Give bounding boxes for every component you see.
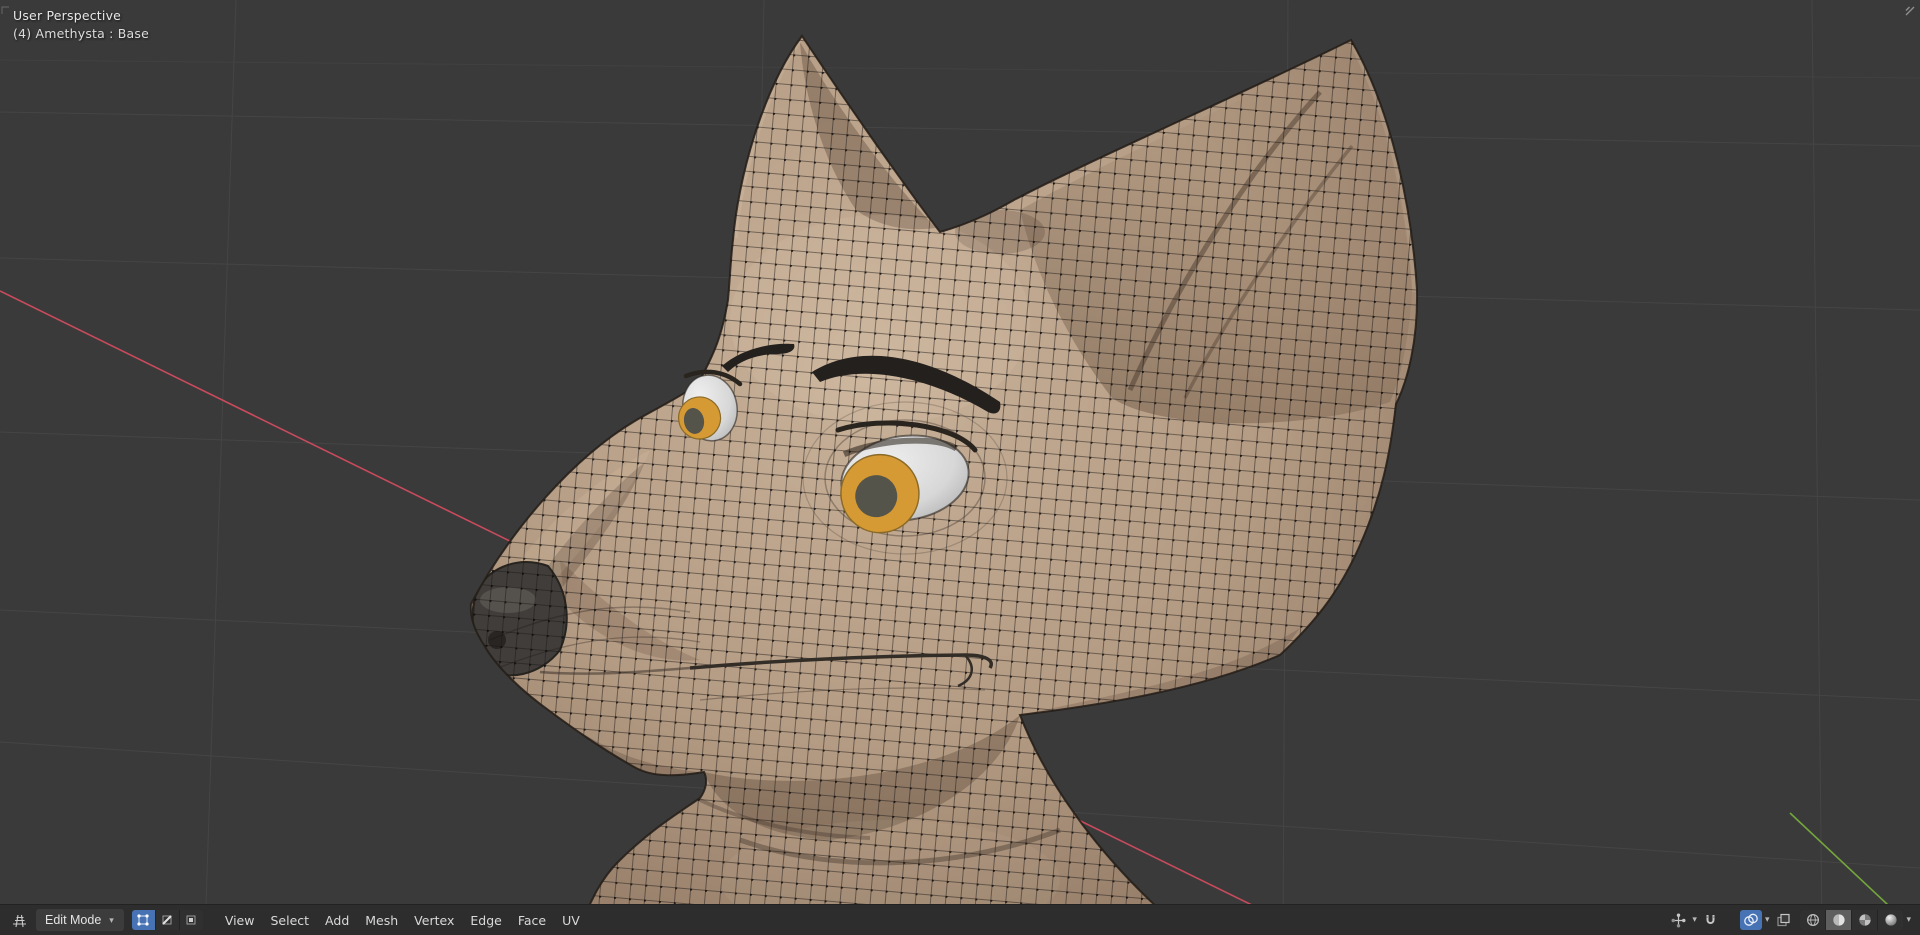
xray-toggle-button[interactable] (1772, 910, 1794, 930)
menu-view[interactable]: View (217, 909, 263, 932)
menu-select[interactable]: Select (262, 909, 317, 932)
material-preview-button[interactable] (1852, 910, 1878, 930)
vertex-select-icon (137, 914, 149, 926)
menu-face[interactable]: Face (510, 909, 554, 932)
wireframe-shading-button[interactable] (1800, 910, 1826, 930)
shading-mode-group (1800, 910, 1904, 930)
vertex-select-button[interactable] (131, 910, 155, 930)
chevron-down-icon[interactable]: ▾ (1764, 915, 1771, 925)
show-overlays-icon (1744, 913, 1758, 926)
rendered-shading-button[interactable] (1878, 910, 1904, 930)
menu-uv[interactable]: UV (554, 909, 588, 932)
snapping-magnet-icon (1706, 914, 1716, 924)
editor-corner-handle[interactable] (1904, 5, 1916, 17)
solid-shading-button[interactable] (1826, 910, 1852, 930)
snapping-button[interactable] (1700, 910, 1722, 930)
solid-shading-icon (1833, 914, 1845, 926)
mode-dropdown[interactable]: Edit Mode ▾ (36, 909, 124, 931)
editor-corner-handle[interactable] (1, 6, 11, 16)
menu-vertex[interactable]: Vertex (406, 909, 462, 932)
viewport-canvas[interactable] (0, 0, 1920, 935)
chevron-down-icon[interactable]: ▾ (1691, 915, 1698, 925)
toggle-xray-icon (1777, 913, 1790, 926)
viewport-header: Edit Mode ▾ View Select Add Mesh Vertex … (0, 904, 1920, 935)
editor-type-button[interactable] (8, 910, 30, 930)
rendered-shading-icon (1885, 914, 1897, 926)
chevron-down-icon[interactable]: ▾ (1905, 915, 1912, 925)
wireframe-shading-icon (1806, 913, 1819, 927)
menu-edge[interactable]: Edge (462, 909, 509, 932)
show-overlays-button[interactable] (1739, 910, 1762, 930)
chevron-down-icon: ▾ (109, 914, 114, 925)
menu-add[interactable]: Add (317, 909, 357, 932)
face-select-button[interactable] (179, 910, 203, 930)
show-gizmo-icon (1671, 913, 1686, 927)
blender-window: User Perspective (4) Amethysta : Base Ed… (0, 0, 1920, 935)
material-preview-shading-icon (1859, 914, 1871, 926)
perspective-label: User Perspective (13, 8, 122, 23)
3d-viewport-editor-icon (12, 914, 26, 927)
show-gizmo-button[interactable] (1667, 910, 1689, 930)
edge-select-button[interactable] (155, 910, 179, 930)
viewport-controls: ▾ ▾ ▾ (1667, 910, 1912, 930)
select-mode-group (131, 910, 203, 930)
header-menus: View Select Add Mesh Vertex Edge Face UV (217, 909, 588, 932)
edge-select-icon (162, 915, 173, 925)
menu-mesh[interactable]: Mesh (357, 909, 406, 932)
face-select-icon (186, 915, 196, 925)
object-label: (4) Amethysta : Base (13, 26, 149, 41)
mode-dropdown-label: Edit Mode (45, 913, 102, 927)
